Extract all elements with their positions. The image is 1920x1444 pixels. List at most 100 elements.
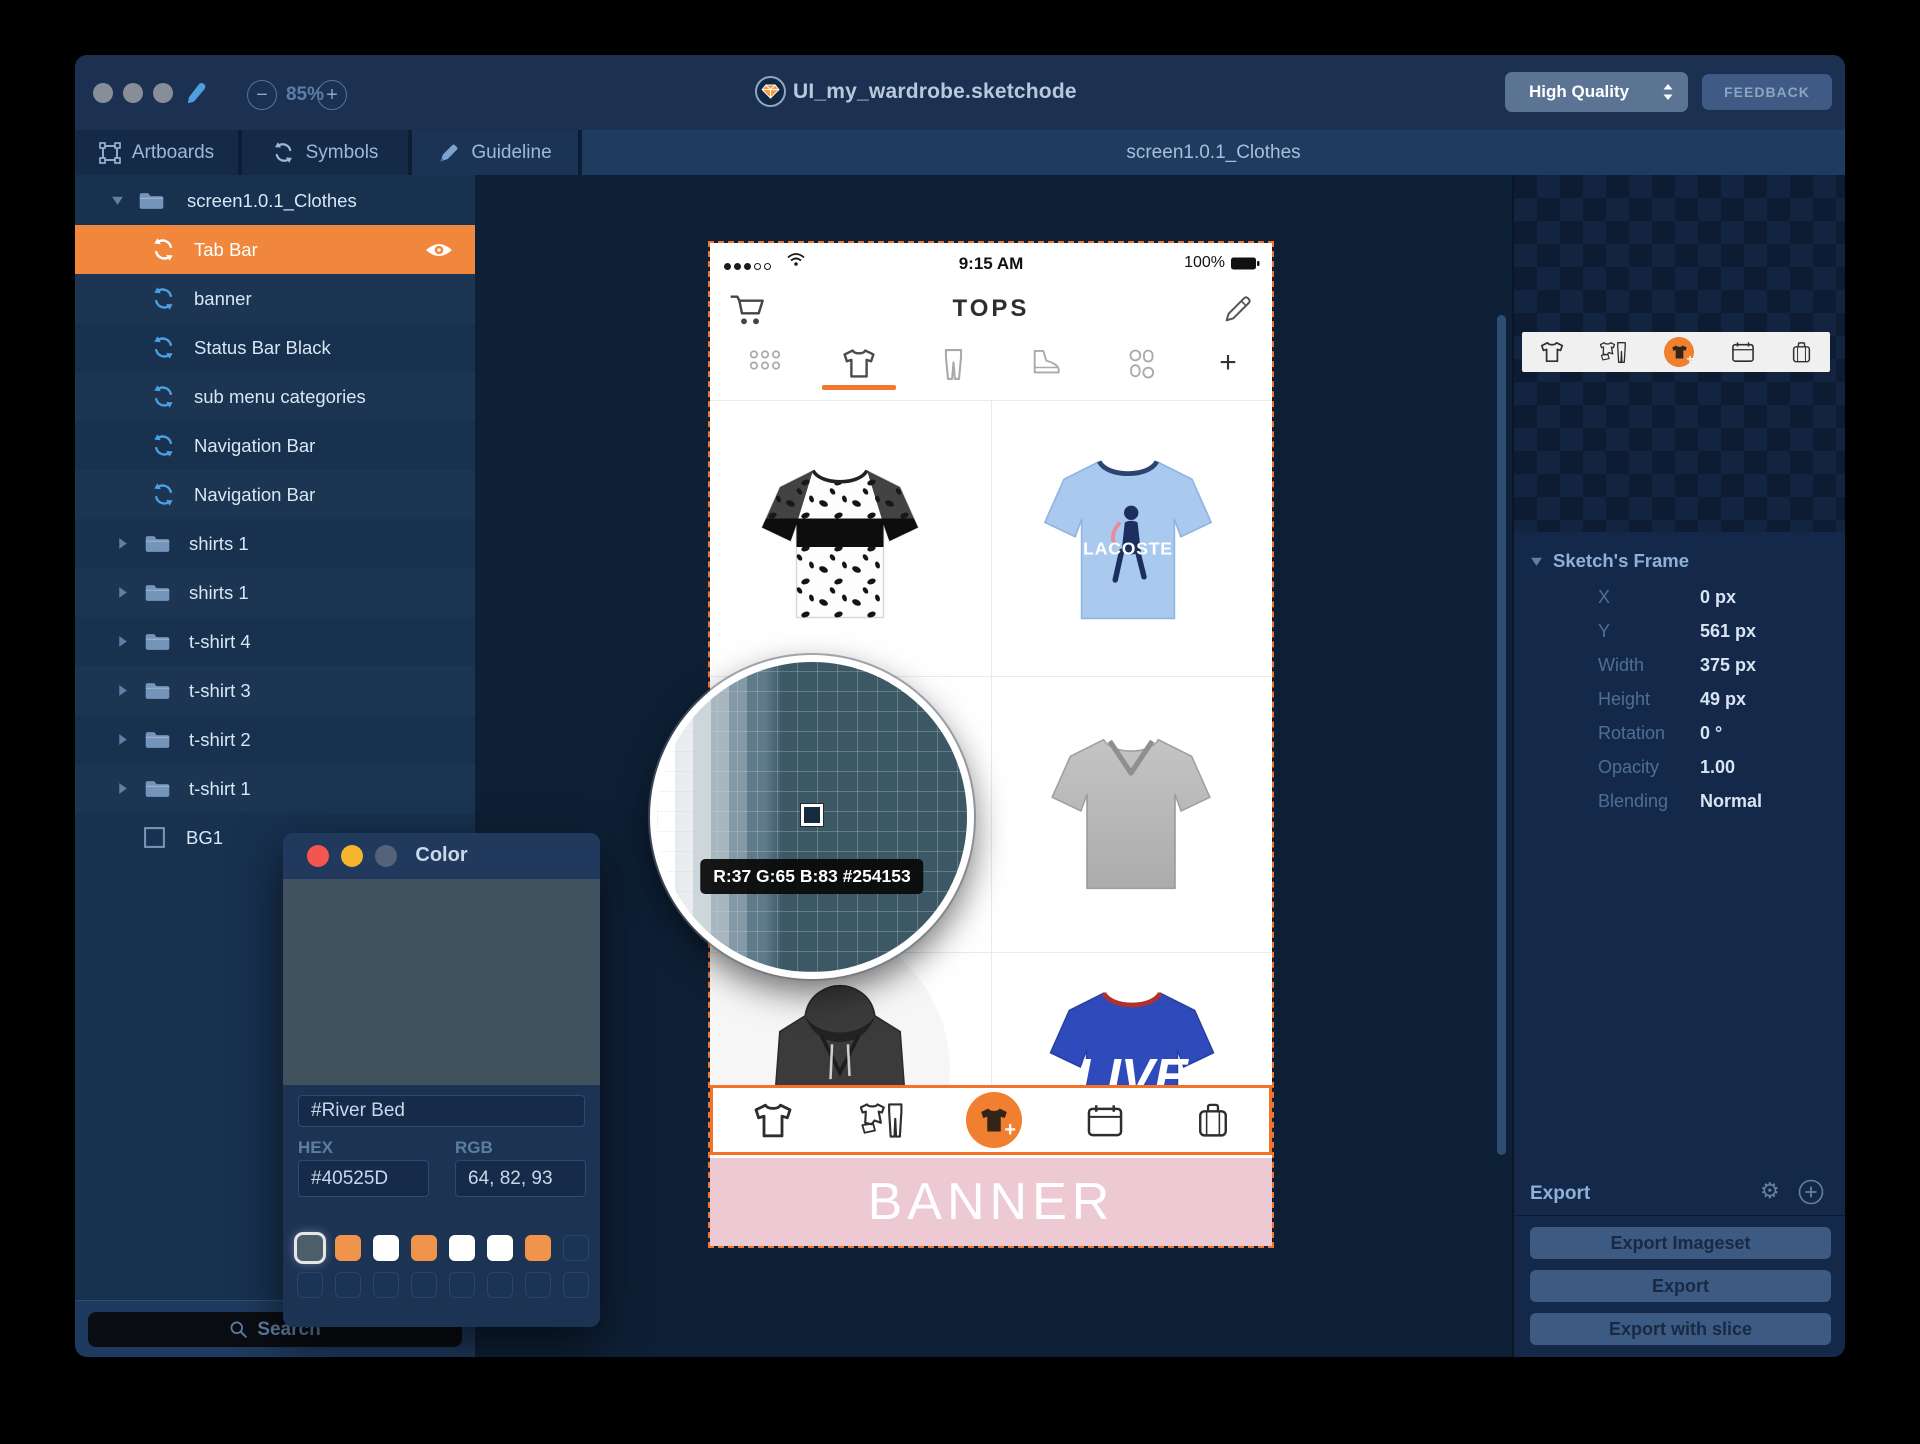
palette-swatch-empty[interactable] [373,1272,399,1298]
tshirt-dalmatian-image[interactable] [750,448,930,640]
category-sub-menu: + [710,340,1272,390]
tab-artboards[interactable]: Artboards [75,130,238,175]
category-shoes-icon[interactable] [1017,348,1077,376]
tabbar-calendar-icon[interactable] [1073,1088,1137,1152]
palette-swatch-empty[interactable] [411,1272,437,1298]
category-add-icon[interactable]: + [1198,348,1258,378]
category-accessories-icon[interactable] [1111,348,1171,380]
disclosure-down-icon[interactable] [111,195,124,206]
disclosure-right-icon[interactable] [117,635,128,648]
rgb-label: RGB [455,1138,493,1158]
layer-row-banner[interactable]: banner [75,274,475,323]
layer-row-shirts-1a[interactable]: shirts 1 [75,519,475,568]
tab-guideline[interactable]: Guideline [412,130,578,175]
tabbar-tshirt-icon[interactable] [741,1088,805,1152]
sketch-logo-icon [755,76,786,107]
disclosure-right-icon[interactable] [117,782,128,795]
disclosure-right-icon[interactable] [117,586,128,599]
palette-swatch[interactable] [335,1235,361,1261]
layer-row-root-folder[interactable]: screen1.0.1_Clothes [75,176,475,225]
window-zoom-button[interactable] [153,83,173,103]
prop-label: Rotation [1598,723,1665,744]
tabbar-suitcase-icon[interactable] [1181,1088,1245,1152]
quality-select[interactable]: High Quality [1505,72,1688,112]
category-all-grid-icon[interactable] [735,348,795,372]
export-with-slice-button[interactable]: Export with slice [1530,1313,1831,1345]
export-imageset-button[interactable]: Export Imageset [1530,1227,1831,1259]
palette-swatch-empty[interactable] [563,1272,589,1298]
layer-row-shirts-1b[interactable]: shirts 1 [75,568,475,617]
palette-swatch-empty[interactable] [487,1272,513,1298]
palette-swatch[interactable] [373,1235,399,1261]
phone-screen-title: TOPS [710,295,1272,323]
canvas-scrollbar[interactable] [1497,315,1506,1155]
color-window-title: Color [283,844,600,867]
export-section-title: Export [1530,1183,1590,1205]
layer-row-t-shirt-4[interactable]: t-shirt 4 [75,617,475,666]
symbol-preview-strip: + [1522,332,1830,372]
disclosure-right-icon[interactable] [117,684,128,697]
feedback-button[interactable]: FEEDBACK [1702,74,1832,110]
chevron-up-down-icon [1662,83,1674,101]
palette-swatch[interactable] [411,1235,437,1261]
palette-swatch-empty[interactable] [297,1272,323,1298]
palette-swatch-empty[interactable] [335,1272,361,1298]
edit-pencil-icon[interactable] [1222,293,1254,325]
layer-row-t-shirt-2[interactable]: t-shirt 2 [75,715,475,764]
tabbar-add-clothes-button[interactable]: + [966,1092,1022,1148]
palette-swatch[interactable] [487,1235,513,1261]
color-picker-window: Color #River Bed HEX RGB #40525D 64, 82,… [283,833,600,1327]
export-button[interactable]: Export [1530,1270,1831,1302]
tshirt-blue-graphic-image[interactable]: LACOSTE [1032,440,1224,640]
palette-row-1 [297,1235,589,1261]
zoom-in-button[interactable]: + [317,80,347,110]
canvas-tab[interactable]: screen1.0.1_Clothes [582,130,1845,175]
hoodie-dark-image[interactable] [745,965,935,1085]
palette-swatch[interactable] [297,1235,323,1261]
color-name-field[interactable]: #River Bed [298,1095,585,1127]
calendar-icon [1731,341,1755,363]
canvas-area[interactable]: 9:15 AM 100% TOPS + [475,175,1512,1357]
prop-value: 49 px [1700,689,1746,710]
layer-label: shirts 1 [189,533,249,555]
layer-label: t-shirt 1 [189,778,251,800]
folder-icon [144,680,171,702]
rgb-value-field[interactable]: 64, 82, 93 [455,1160,586,1197]
gear-icon[interactable]: ⚙ [1760,1179,1780,1204]
layer-row-t-shirt-3[interactable]: t-shirt 3 [75,666,475,715]
prop-label: Height [1598,689,1650,710]
eye-visible-icon[interactable] [425,241,453,259]
layer-row-status-bar-black[interactable]: Status Bar Black [75,323,475,372]
symbol-icon [151,237,176,262]
palette-swatch-empty[interactable] [525,1272,551,1298]
disclosure-right-icon[interactable] [117,733,128,746]
window-minimize-button[interactable] [123,83,143,103]
palette-swatch-empty[interactable] [563,1235,589,1261]
eyedropper-icon[interactable] [183,81,209,107]
banner-placeholder[interactable]: BANNER [710,1158,1272,1246]
layer-row-navigation-bar-1[interactable]: Navigation Bar [75,421,475,470]
category-pants-icon[interactable] [923,348,983,381]
layer-row-navigation-bar-2[interactable]: Navigation Bar [75,470,475,519]
palette-swatch-empty[interactable] [449,1272,475,1298]
layer-row-tab-bar[interactable]: Tab Bar [75,225,475,274]
zoom-out-button[interactable]: − [247,80,277,110]
window-close-button[interactable] [93,83,113,103]
tshirt-gray-vneck-image[interactable] [1040,718,1222,910]
category-tops-icon[interactable] [829,348,889,379]
hex-value-field[interactable]: #40525D [298,1160,429,1197]
tabbar-outfit-icon[interactable] [851,1088,915,1152]
screenshot-stage: − 85% + UI_my_wardrobe.sketchode High Qu… [0,0,1920,1444]
frame-section-header[interactable]: Sketch's Frame [1530,550,1689,572]
tshirt-live-image[interactable]: LIVE [1038,970,1226,1085]
add-export-icon[interactable] [1798,1179,1824,1205]
phone-tab-bar-selected[interactable]: + [710,1085,1272,1155]
color-window-titlebar: Color [283,833,600,879]
layer-row-t-shirt-1[interactable]: t-shirt 1 [75,764,475,813]
loupe-magnifier[interactable]: R:37 G:65 B:83 #254153 [650,655,974,979]
palette-swatch[interactable] [449,1235,475,1261]
palette-swatch[interactable] [525,1235,551,1261]
tab-symbols[interactable]: Symbols [242,130,408,175]
layer-row-sub-menu-categories[interactable]: sub menu categories [75,372,475,421]
disclosure-right-icon[interactable] [117,537,128,550]
